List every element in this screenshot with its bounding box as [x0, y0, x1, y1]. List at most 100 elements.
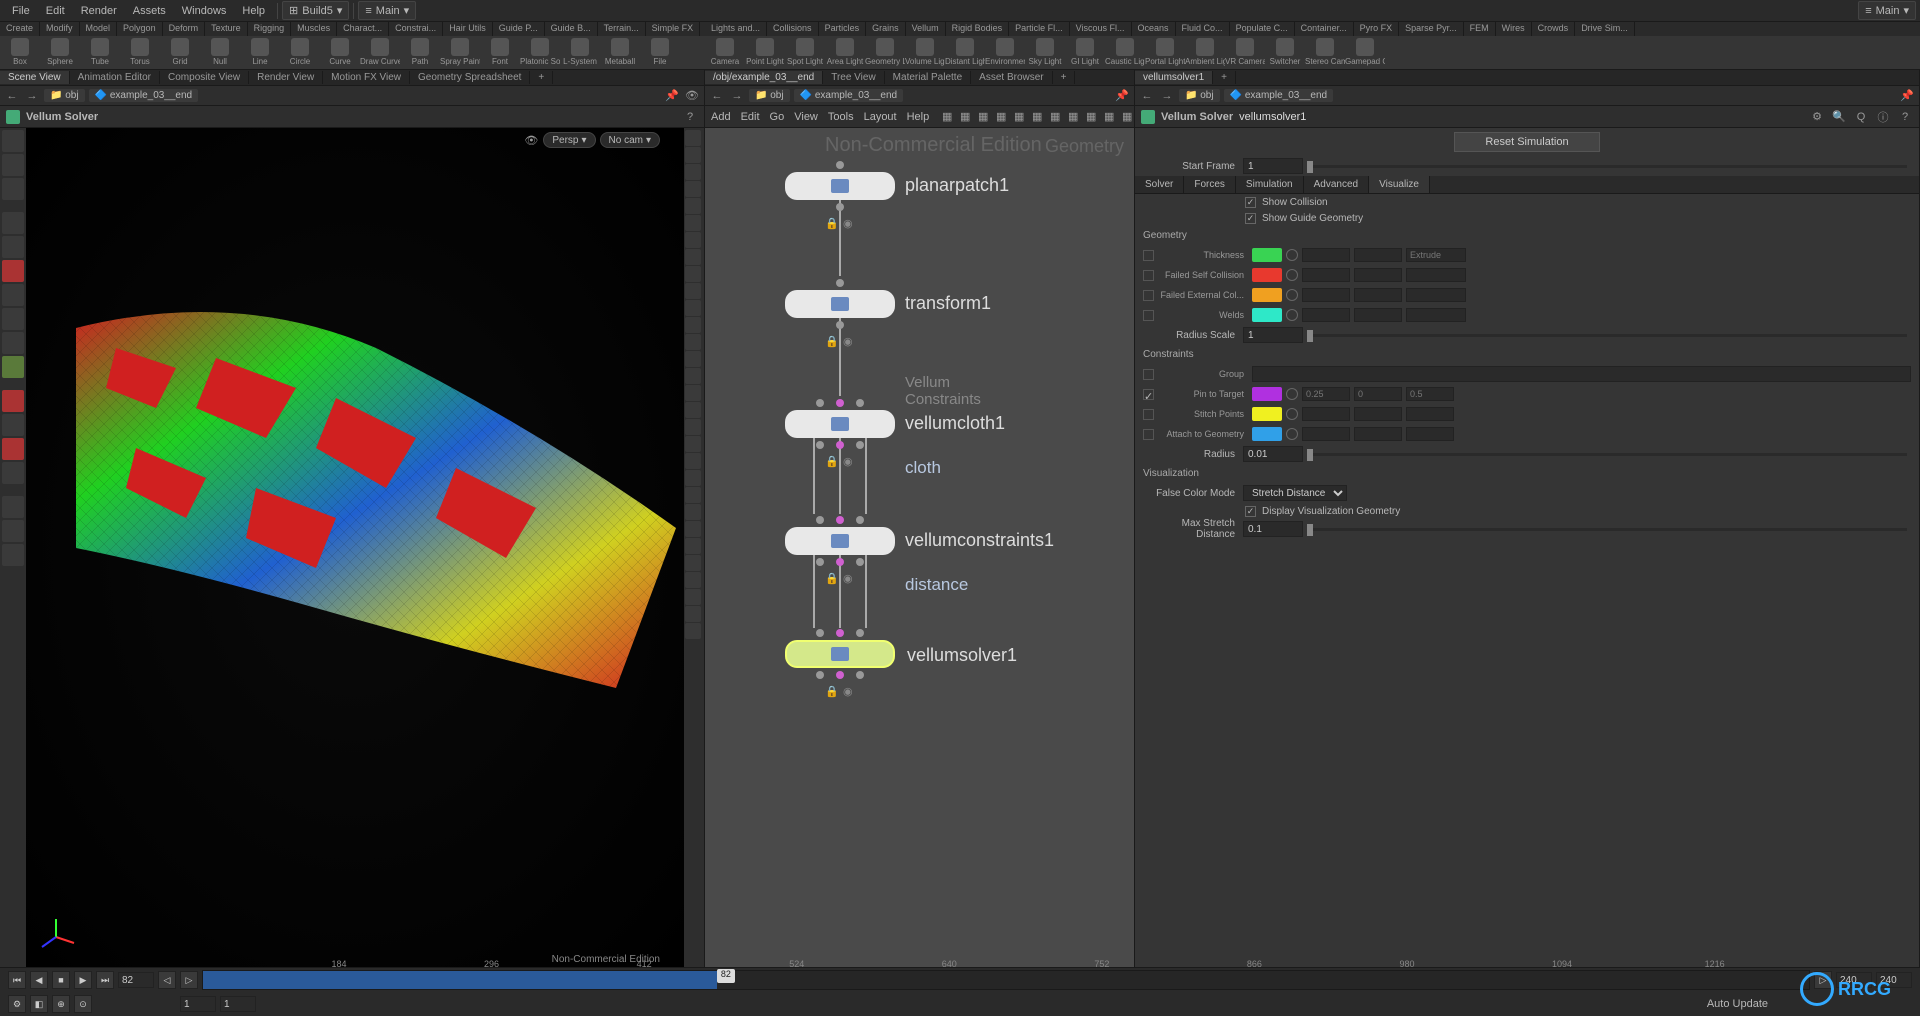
play-prev-button[interactable]: ◀ — [30, 971, 48, 989]
prm-tab-advanced[interactable]: Advanced — [1304, 176, 1369, 193]
shelf-tab-11[interactable]: Guide P... — [493, 22, 545, 36]
vp-rtool-6[interactable] — [685, 232, 701, 248]
play-stop-button[interactable]: ■ — [52, 971, 70, 989]
vp-rtool-11[interactable] — [685, 317, 701, 333]
flag-icon[interactable]: ◉ — [843, 455, 855, 467]
shelf-tab-r-3[interactable]: Grains — [866, 22, 906, 36]
nav-fwd-icon[interactable]: → — [24, 88, 40, 104]
flag-icon[interactable]: ◉ — [843, 335, 855, 347]
panetab-m-2[interactable]: Material Palette — [885, 71, 971, 84]
vp-rtool-22[interactable] — [685, 504, 701, 520]
network-canvas[interactable]: Non-Commercial Edition Geometry planarpa… — [705, 128, 1134, 967]
panetab-m-add[interactable]: + — [1053, 71, 1076, 84]
shelf-item-sky-light[interactable]: Sky Light — [1025, 36, 1065, 69]
vp-rtool-29[interactable] — [685, 623, 701, 639]
tool-h2[interactable] — [2, 414, 24, 436]
net-icon-4[interactable]: ▦ — [1011, 109, 1027, 125]
row-v2[interactable] — [1354, 288, 1402, 302]
vp-rtool-2[interactable] — [685, 164, 701, 180]
lock-icon[interactable]: 🔒 — [825, 455, 837, 467]
row-v1[interactable] — [1302, 308, 1350, 322]
net-help[interactable]: Help — [907, 111, 930, 123]
nav-fwd-icon[interactable]: → — [1159, 88, 1175, 104]
vis-icon[interactable]: 👁 — [684, 88, 700, 104]
row-v1[interactable] — [1302, 387, 1350, 401]
radius-scale-input[interactable] — [1243, 327, 1303, 343]
vp-rtool-26[interactable] — [685, 572, 701, 588]
net-icon-2[interactable]: ▦ — [975, 109, 991, 125]
row-v2[interactable] — [1354, 268, 1402, 282]
shelf-item-line[interactable]: Line — [240, 36, 280, 69]
row-check[interactable] — [1143, 429, 1154, 440]
flag-icon[interactable]: ◉ — [843, 685, 855, 697]
row-check[interactable] — [1143, 409, 1154, 420]
shelf-item-portal-light[interactable]: Portal Light — [1145, 36, 1185, 69]
tl-opt-2[interactable]: ◧ — [30, 995, 48, 1013]
shelf-tab-r-15[interactable]: Wires — [1496, 22, 1532, 36]
vp-rtool-25[interactable] — [685, 555, 701, 571]
row-v1[interactable] — [1302, 248, 1350, 262]
step-back-button[interactable]: ◁ — [158, 971, 176, 989]
prm-tab-simulation[interactable]: Simulation — [1236, 176, 1304, 193]
shelf-tab-0[interactable]: Create — [0, 22, 40, 36]
tool-brush[interactable] — [2, 178, 24, 200]
play-last-button[interactable]: ⏭ — [96, 971, 114, 989]
vp-rtool-16[interactable] — [685, 402, 701, 418]
shelf-item-geometry-light[interactable]: Geometry Light — [865, 36, 905, 69]
row-radio[interactable] — [1286, 269, 1298, 281]
vp-rtool-10[interactable] — [685, 300, 701, 316]
path-root[interactable]: 📁 obj — [1179, 89, 1220, 102]
row-v3[interactable] — [1406, 268, 1466, 282]
tool-lock[interactable] — [2, 236, 24, 258]
shelf-item-switcher[interactable]: Switcher — [1265, 36, 1305, 69]
vp-rtool-13[interactable] — [685, 351, 701, 367]
shelf-item-gamepad-camera[interactable]: Gamepad Camera — [1345, 36, 1385, 69]
current-frame-input[interactable] — [118, 972, 154, 988]
nav-fwd-icon[interactable]: → — [729, 88, 745, 104]
shelf-tab-r-0[interactable]: Lights and... — [705, 22, 767, 36]
vp-rtool-20[interactable] — [685, 470, 701, 486]
shelf-item-spot-light[interactable]: Spot Light — [785, 36, 825, 69]
row-v2[interactable] — [1354, 308, 1402, 322]
row-check[interactable] — [1143, 369, 1154, 380]
tool-x4[interactable] — [2, 332, 24, 354]
start-frame-input[interactable] — [1243, 158, 1303, 174]
shelf-item-volume-light[interactable]: Volume Light — [905, 36, 945, 69]
panetab-add[interactable]: + — [530, 71, 553, 84]
color-swatch[interactable] — [1252, 387, 1282, 401]
color-swatch[interactable] — [1252, 288, 1282, 302]
shelf-tab-r-9[interactable]: Fluid Co... — [1176, 22, 1230, 36]
color-swatch[interactable] — [1252, 248, 1282, 262]
shelf-item-file[interactable]: File — [640, 36, 680, 69]
row-input[interactable] — [1252, 366, 1911, 382]
shelf-tab-r-14[interactable]: FEM — [1464, 22, 1496, 36]
nocam-pill[interactable]: No cam ▾ — [600, 132, 660, 148]
playhead[interactable]: 82 — [717, 969, 735, 983]
gear-icon[interactable]: ⚙ — [1809, 109, 1825, 125]
tool-select[interactable] — [2, 130, 24, 152]
tool-h1[interactable] — [2, 390, 24, 412]
shelf-item-ambient-light[interactable]: Ambient Light — [1185, 36, 1225, 69]
pin-icon[interactable]: 📌 — [664, 88, 680, 104]
net-edit[interactable]: Edit — [741, 111, 760, 123]
range-start-input[interactable] — [180, 996, 216, 1012]
menu-edit[interactable]: Edit — [38, 3, 73, 19]
shelf-tab-2[interactable]: Model — [80, 22, 118, 36]
menu-windows[interactable]: Windows — [174, 3, 235, 19]
shelf-tab-9[interactable]: Constrai... — [389, 22, 443, 36]
pin-icon[interactable]: 📌 — [1114, 88, 1130, 104]
tl-opt-1[interactable]: ⚙ — [8, 995, 26, 1013]
net-icon-6[interactable]: ▦ — [1047, 109, 1063, 125]
path-node[interactable]: 🔷 example_03__end — [794, 89, 904, 102]
auto-update-label[interactable]: Auto Update — [1707, 998, 1768, 1010]
tool-c2[interactable] — [2, 520, 24, 542]
search-icon[interactable]: Q — [1853, 109, 1869, 125]
shelf-item-l-system[interactable]: L-System — [560, 36, 600, 69]
row-v3[interactable] — [1406, 288, 1466, 302]
vp-rtool-4[interactable] — [685, 198, 701, 214]
node-vellumsolver1[interactable]: vellumsolver1🔒◉ — [785, 626, 895, 697]
tool-arrow[interactable] — [2, 212, 24, 234]
net-icon-9[interactable]: ▦ — [1101, 109, 1117, 125]
vp-rtool-1[interactable] — [685, 147, 701, 163]
panetab-0[interactable]: Scene View — [0, 71, 70, 84]
